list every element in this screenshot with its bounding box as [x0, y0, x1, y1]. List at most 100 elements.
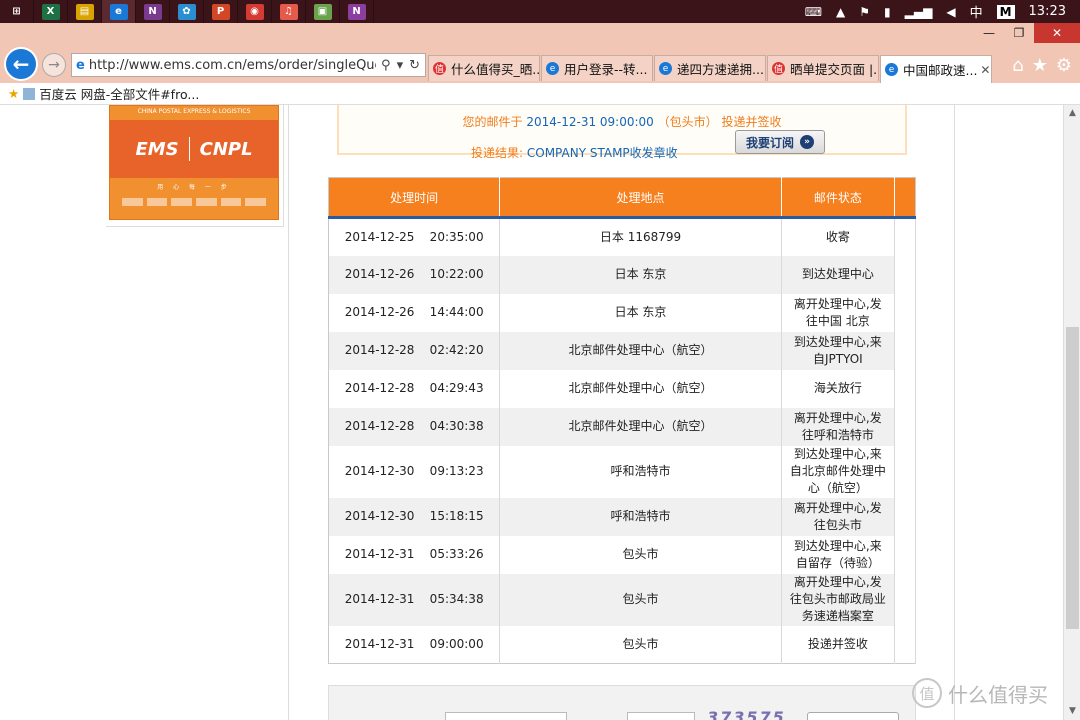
mail-number-input[interactable] [445, 712, 567, 720]
battery-icon[interactable]: ▮ [884, 5, 891, 19]
taskbar-app-button[interactable]: ▤ [68, 0, 102, 23]
taskbar-app-button[interactable]: N [340, 0, 374, 23]
subscribe-button[interactable]: 我要订阅 » [735, 130, 825, 154]
tab-label: 中国邮政速... [903, 63, 978, 78]
browser-tab[interactable]: 值什么值得买_晒... [428, 55, 540, 81]
taskbar-app-button[interactable]: N [136, 0, 170, 23]
summary-action: 投递并签收 [721, 115, 782, 129]
minimize-icon[interactable]: — [974, 23, 1004, 43]
cell-status: 离开处理中心,发往中国 北京 [781, 293, 895, 332]
table-row: 2014-12-31 09:00:00 包头市 投递并签收 [328, 625, 917, 664]
cell-place: 日本 东京 [499, 293, 782, 332]
cell-time: 2014-12-31 05:33:26 [328, 535, 501, 574]
chevron-up-icon[interactable]: ▲ [836, 5, 845, 19]
query-button[interactable] [807, 712, 899, 720]
cell-status: 到达处理中心,来自北京邮件处理中心（航空） [781, 445, 895, 498]
double-chevron-right-icon: » [800, 135, 814, 149]
ems-banner[interactable]: CHINA POSTAL EXPRESS & LOGISTICS EMS CNP… [109, 105, 279, 220]
cell-time: 2014-12-28 04:30:38 [328, 407, 501, 446]
back-button[interactable]: ← [4, 47, 38, 81]
browser-tab[interactable]: e 用户登录--转... [541, 55, 653, 81]
scroll-thumb[interactable] [1066, 327, 1079, 629]
window-controls: — ❐ ✕ [974, 23, 1080, 43]
captcha-image[interactable]: 373575 [707, 708, 787, 720]
address-tools: ⚲ ▾ ↻ [376, 58, 425, 73]
cell-status: 投递并签收 [781, 625, 895, 664]
internet-explorer-icon: e [109, 3, 128, 20]
refresh-icon[interactable]: ↻ [409, 58, 420, 73]
taskbar-app-button[interactable]: P [204, 0, 238, 23]
cell-place: 包头市 [499, 625, 782, 664]
settings-gear-icon[interactable]: ⚙ [1056, 55, 1072, 76]
favorite-link[interactable]: 百度云 网盘-全部文件#fro... [39, 84, 199, 103]
ie-page-icon: e [659, 62, 672, 75]
smzdm-icon: 值 [772, 62, 785, 75]
taskbar-app-button[interactable]: ◉ [238, 0, 272, 23]
cell-place: 呼和浩特市 [499, 445, 782, 498]
taskbar-app-button[interactable]: ♫ [272, 0, 306, 23]
cell-time: 2014-12-31 09:00:00 [328, 625, 501, 664]
taskbar-app-button[interactable]: e [102, 0, 136, 23]
delivery-result: 投递结果: COMPANY STAMP收发章收 [471, 144, 678, 161]
taskbar-app-button[interactable]: ⊞ [0, 0, 34, 23]
summary-prefix: 您的邮件于 [462, 115, 523, 129]
vertical-scrollbar[interactable]: ▲ ▼ [1063, 105, 1080, 720]
tablet-app-icon: ▣ [313, 3, 332, 20]
subscribe-label: 我要订阅 [745, 135, 794, 150]
cell-time: 2014-12-30 09:13:23 [328, 445, 501, 498]
signal-icon[interactable]: ▂▄▆ [905, 5, 933, 19]
chevron-down-icon[interactable]: ▾ [397, 58, 404, 73]
logo-divider [188, 137, 190, 161]
close-window-icon[interactable]: ✕ [1034, 23, 1080, 43]
cell-time: 2014-12-26 14:44:00 [328, 293, 501, 332]
favorites-star-icon[interactable]: ★ [1032, 55, 1048, 76]
ime-mode[interactable]: M [996, 4, 1015, 19]
scroll-up-icon[interactable]: ▲ [1064, 105, 1080, 122]
ie-page-icon: e [546, 62, 559, 75]
taskbar-app-button[interactable]: ▣ [306, 0, 340, 23]
clock[interactable]: 13:23 [1029, 4, 1066, 19]
table-row: 2014-12-28 02:42:20 北京邮件处理中心（航空） 到达处理中心,来自… [328, 331, 917, 370]
tracking-table: 处理时间 处理地点 邮件状态 2014-12-25 20:35:00 日本 116… [328, 177, 917, 664]
cell-pad [894, 573, 917, 626]
browser-toolbar-icons: ⌂ ★ ⚙ [1012, 55, 1072, 76]
summary-datetime: 2014-12-31 09:00:00 [526, 115, 654, 129]
url-text[interactable]: http://www.ems.com.cn/ems/order/singleQu… [89, 58, 376, 73]
cnpl-logo-text: CNPL [199, 138, 253, 160]
address-bar[interactable]: e http://www.ems.com.cn/ems/order/single… [71, 53, 426, 77]
pinwheel-app-icon: ✿ [177, 3, 196, 20]
restore-icon[interactable]: ❐ [1004, 23, 1034, 43]
add-favorite-icon[interactable]: ★ [8, 86, 19, 101]
cell-pad [894, 369, 917, 408]
header-status: 邮件状态 [781, 177, 895, 219]
taskbar-app-button[interactable]: X [34, 0, 68, 23]
cell-pad [894, 407, 917, 446]
table-row: 2014-12-26 14:44:00 日本 东京 离开处理中心,发往中国 北京 [328, 293, 917, 332]
table-row: 2014-12-25 20:35:00 日本 1168799 收寄 [328, 217, 917, 256]
close-tab-icon[interactable]: ✕ [977, 63, 990, 77]
browser-tab[interactable]: 值晒单提交页面 |... [767, 55, 879, 81]
cell-time: 2014-12-26 10:22:00 [328, 255, 501, 294]
ime-indicator[interactable]: 中 [970, 2, 983, 21]
flag-icon[interactable]: ⚑ [859, 5, 870, 19]
tracking-rows: 2014-12-25 20:35:00 日本 1168799 收寄 2014-12-2… [328, 217, 917, 664]
taskbar-app-button[interactable]: ✿ [170, 0, 204, 23]
cell-time: 2014-12-30 15:18:15 [328, 497, 501, 536]
browser-tab[interactable]: e 递四方速递拥... [654, 55, 766, 81]
cell-status: 到达处理中心,来自JPTYOI [781, 331, 895, 370]
tab-label: 晒单提交页面 |... [790, 62, 879, 77]
volume-icon[interactable]: ◀ [946, 5, 955, 19]
table-row: 2014-12-30 15:18:15 呼和浩特市 离开处理中心,发往包头市 [328, 497, 917, 536]
captcha-input[interactable] [627, 712, 695, 720]
scroll-down-icon[interactable]: ▼ [1064, 703, 1080, 720]
home-icon[interactable]: ⌂ [1012, 55, 1023, 76]
search-icon[interactable]: ⚲ [381, 58, 391, 73]
watermark-logo-icon: 值 [912, 678, 942, 708]
cell-place: 包头市 [499, 573, 782, 626]
table-row: 2014-12-31 05:34:38 包头市 离开处理中心,发往包头市邮政局业务速… [328, 573, 917, 626]
favorites-bar: ★ 百度云 网盘-全部文件#fro... [0, 83, 1080, 105]
browser-tab[interactable]: e 中国邮政速... ✕ [880, 55, 992, 83]
keyboard-icon[interactable]: ⌨ [805, 5, 822, 19]
arrow-right-icon: → [48, 57, 60, 73]
forward-button[interactable]: → [42, 53, 66, 77]
